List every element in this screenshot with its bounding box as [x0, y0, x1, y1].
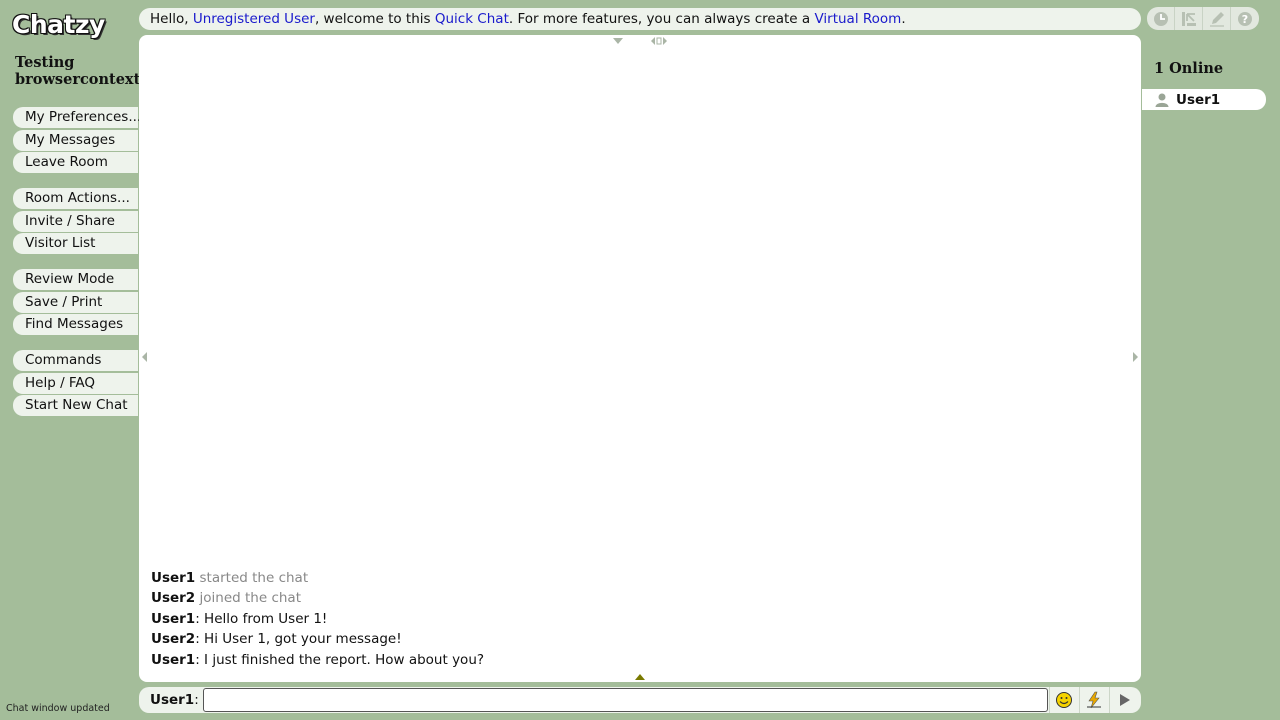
status-text: Chat window updated [6, 703, 110, 714]
message-author[interactable]: User1 [151, 652, 195, 668]
smiley-icon [1056, 692, 1072, 708]
resize-width-icon[interactable] [650, 36, 668, 46]
message-author[interactable]: User1 [151, 570, 195, 586]
message-text: joined the chat [195, 590, 301, 606]
welcome-hello: Hello, [150, 11, 193, 27]
welcome-bar: Hello, Unregistered User, welcome to thi… [139, 8, 1141, 30]
pencil-icon[interactable] [1203, 7, 1231, 30]
message-text: : Hello from User 1! [195, 610, 328, 627]
clock-icon[interactable] [1147, 7, 1175, 30]
menu-item-leave-room[interactable]: Leave Room [13, 152, 138, 173]
layout-icon[interactable] [1175, 7, 1203, 30]
message-text: started the chat [195, 569, 309, 586]
message-row: User1: I just finished the report. How a… [151, 650, 1129, 671]
menu-item-my-messages[interactable]: My Messages [13, 129, 138, 151]
menu-item-save-print[interactable]: Save / Print [13, 291, 138, 313]
menu-item-invite-share[interactable]: Invite / Share [13, 210, 138, 232]
menu-item-help-faq[interactable]: Help / FAQ [13, 372, 138, 394]
menu-item-room-actions[interactable]: Room Actions... [13, 188, 138, 209]
collapse-left-arrow-icon[interactable] [141, 351, 148, 363]
quick-chat-link[interactable]: Quick Chat [435, 11, 509, 27]
menu-item-commands[interactable]: Commands [13, 350, 138, 371]
chat-window: User1 started the chat User2 joined the … [139, 35, 1141, 682]
lightning-pencil-icon [1087, 691, 1101, 709]
message-row: User1: Hello from User 1! [151, 609, 1129, 630]
toolbar: ? [1147, 7, 1259, 30]
menu-item-start-new-chat[interactable]: Start New Chat [13, 395, 138, 416]
welcome-end: . [901, 11, 906, 27]
input-bar: User1: [139, 687, 1141, 713]
menu-group-review: Review Mode Save / Print Find Messages [13, 269, 138, 337]
welcome-mid: , welcome to this [314, 11, 435, 27]
play-send-icon [1120, 694, 1130, 706]
welcome-mid2: . For more features, you can always crea… [508, 11, 815, 27]
help-icon[interactable]: ? [1231, 7, 1259, 30]
emoji-button[interactable] [1049, 687, 1078, 713]
message-row: User1 started the chat [151, 568, 1129, 589]
send-button[interactable] [1109, 687, 1138, 713]
menu-item-review-mode[interactable]: Review Mode [13, 269, 138, 290]
message-input[interactable] [203, 688, 1048, 712]
room-title: Testing browsercontexts [15, 54, 149, 88]
message-list: User1 started the chat User2 joined the … [151, 568, 1129, 671]
message-row: User2 joined the chat [151, 588, 1129, 609]
message-row: User2: Hi User 1, got your message! [151, 629, 1129, 650]
unregistered-user-link[interactable]: Unregistered User [193, 11, 315, 27]
menu-item-visitor-list[interactable]: Visitor List [13, 233, 138, 254]
menu-group-room: Room Actions... Invite / Share Visitor L… [13, 188, 138, 256]
menu-item-my-preferences[interactable]: My Preferences... [13, 107, 141, 128]
format-button[interactable] [1079, 687, 1108, 713]
message-text: : Hi User 1, got your message! [195, 631, 402, 647]
input-user-label: User1: [150, 692, 199, 708]
message-author[interactable]: User1 [151, 611, 195, 627]
collapse-right-arrow-icon[interactable] [1132, 351, 1139, 363]
online-user-item[interactable]: User1 [1142, 89, 1266, 110]
expand-bottom-arrow-icon[interactable] [634, 673, 646, 681]
user-icon [1155, 93, 1169, 107]
online-user-name: User1 [1176, 91, 1221, 108]
menu-group-help: Commands Help / FAQ Start New Chat [13, 350, 138, 418]
online-count: 1 Online [1154, 60, 1224, 77]
message-author[interactable]: User2 [151, 590, 195, 606]
menu-group-account: My Preferences... My Messages Leave Room [13, 107, 141, 175]
message-author[interactable]: User2 [151, 631, 195, 647]
svg-text:?: ? [1242, 13, 1248, 26]
virtual-room-link[interactable]: Virtual Room [814, 11, 901, 27]
message-text: : I just finished the report. How about … [195, 651, 485, 668]
collapse-top-arrow-icon[interactable] [612, 37, 624, 45]
menu-item-find-messages[interactable]: Find Messages [13, 314, 138, 335]
chatzy-logo[interactable]: Chatzy [12, 10, 105, 39]
